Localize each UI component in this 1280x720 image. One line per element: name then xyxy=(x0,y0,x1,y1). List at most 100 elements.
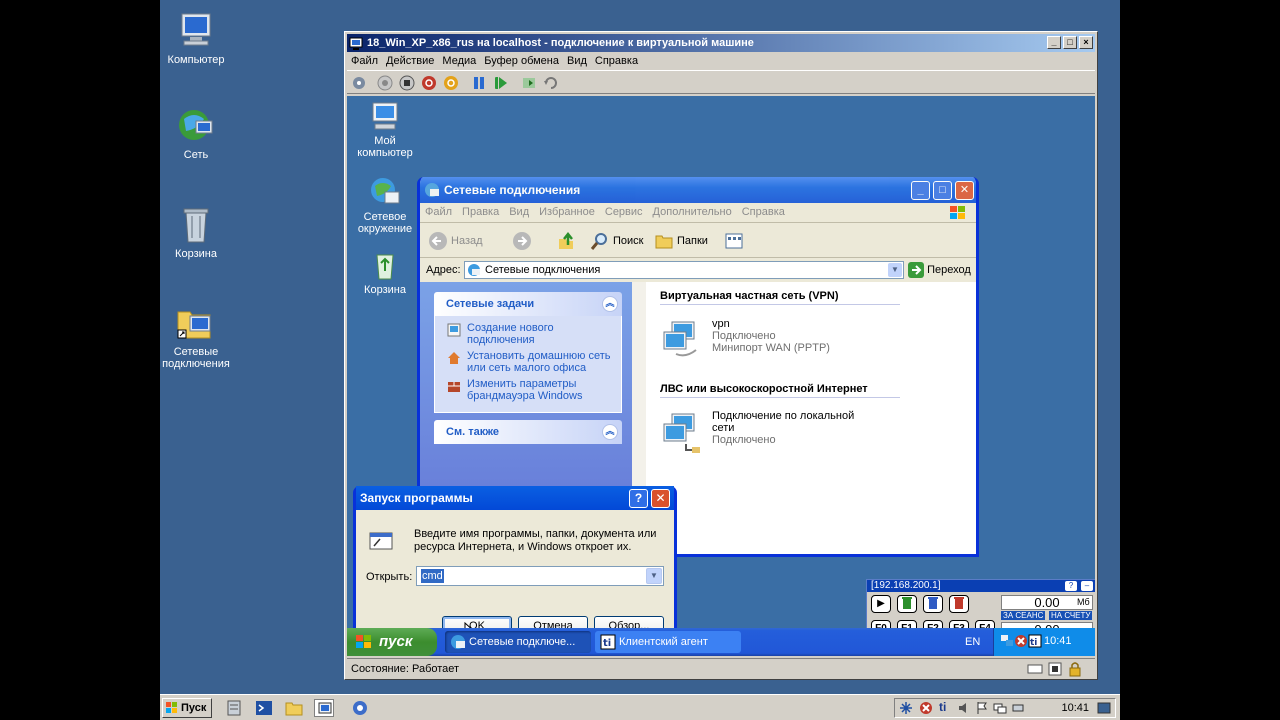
explorer-icon[interactable] xyxy=(284,699,304,717)
connection-lan[interactable]: Подключение по локальной сети Подключено xyxy=(662,410,922,460)
address-dropdown-button[interactable]: ▼ xyxy=(888,263,902,277)
collapse-chevron-icon[interactable]: ︽ xyxy=(602,296,618,312)
agent-trash-green-button[interactable] xyxy=(897,595,917,613)
network-tray-icon[interactable] xyxy=(993,701,1007,715)
menu-action[interactable]: Действие xyxy=(382,52,438,70)
task-firewall-settings[interactable]: Изменить параметры брандмауэра Windows xyxy=(447,378,613,402)
server-manager-icon[interactable] xyxy=(224,699,244,717)
flag-icon[interactable] xyxy=(975,701,989,715)
guest-icon-recycle-bin[interactable]: Корзина xyxy=(350,249,420,296)
powershell-icon[interactable] xyxy=(254,699,274,717)
see-also-header[interactable]: См. также ︽ xyxy=(434,420,622,444)
hyperv-manager-icon[interactable] xyxy=(350,699,370,717)
guest-start-button[interactable]: пуск xyxy=(347,628,437,656)
desktop-icon-recycle-bin[interactable]: Корзина xyxy=(160,204,236,260)
reset-icon[interactable] xyxy=(493,75,509,91)
menu-file[interactable]: Файл xyxy=(420,203,457,221)
revert-icon[interactable] xyxy=(543,75,559,91)
show-desktop-icon[interactable] xyxy=(1097,701,1111,715)
agent-tray-icon[interactable]: ti xyxy=(1028,634,1042,648)
minimize-button[interactable]: _ xyxy=(911,181,930,200)
run-icon xyxy=(369,532,393,550)
security-alert-icon[interactable] xyxy=(919,701,933,715)
ctrl-alt-del-icon[interactable] xyxy=(351,75,367,91)
network-tray-icon[interactable] xyxy=(1000,634,1014,648)
menu-media[interactable]: Медиа xyxy=(438,52,480,70)
task-create-connection[interactable]: Создание нового подключения xyxy=(447,322,613,346)
back-button[interactable]: Назад xyxy=(428,230,483,252)
collapse-chevron-icon[interactable]: ︽ xyxy=(602,424,618,440)
save-state-icon[interactable] xyxy=(443,75,459,91)
connection-status: Подключено xyxy=(712,434,776,446)
agent-play-button[interactable]: ▶ xyxy=(871,595,891,613)
guest-icon-network-places[interactable]: Сетевое окружение xyxy=(350,176,420,235)
close-button[interactable]: ✕ xyxy=(955,181,974,200)
maximize-button[interactable]: □ xyxy=(933,181,952,200)
address-input[interactable]: Сетевые подключения ▼ xyxy=(464,261,904,279)
agent-help-button[interactable]: ? xyxy=(1065,581,1077,591)
vm-connection-taskbar-icon[interactable] xyxy=(314,699,334,717)
menu-view[interactable]: Вид xyxy=(563,52,591,70)
go-button[interactable]: Переход xyxy=(908,262,971,279)
safely-remove-icon[interactable] xyxy=(1011,701,1025,715)
menu-help[interactable]: Справка xyxy=(591,52,642,70)
search-button[interactable]: Поиск xyxy=(590,230,643,252)
trash-icon xyxy=(954,597,964,609)
shutdown-icon[interactable] xyxy=(421,75,437,91)
vpn-connection-icon xyxy=(663,321,697,357)
open-input-value[interactable]: cmd xyxy=(421,569,444,583)
agent-minimize-button[interactable]: – xyxy=(1081,581,1093,591)
desktop-icon-network-connections[interactable]: Сетевые подключения xyxy=(160,302,236,370)
snapshot-icon[interactable] xyxy=(521,75,537,91)
menu-edit[interactable]: Правка xyxy=(457,203,504,221)
views-button[interactable] xyxy=(724,230,747,252)
vm-window-titlebar[interactable]: 18_Win_XP_x86_rus на localhost - подключ… xyxy=(347,34,1095,52)
guest-icon-label: Сетевое окружение xyxy=(357,211,413,235)
menu-file[interactable]: Файл xyxy=(347,52,382,70)
run-dialog-description: Введите имя программы, папки, документа … xyxy=(414,528,657,553)
run-dialog-titlebar[interactable]: Запуск программы ? ✕ xyxy=(356,486,674,510)
pause-icon[interactable] xyxy=(471,75,487,91)
maximize-button[interactable]: □ xyxy=(1063,36,1077,49)
menu-clipboard[interactable]: Буфер обмена xyxy=(480,52,563,70)
start-vm-icon[interactable] xyxy=(377,75,393,91)
up-button[interactable] xyxy=(556,230,579,252)
host-start-button[interactable]: Пуск xyxy=(162,698,212,718)
agent-trash-blue-button[interactable] xyxy=(923,595,943,613)
net-toolbar: Назад Поиск Папки xyxy=(420,224,976,258)
agent-titlebar[interactable]: [192.168.200.1] ? – xyxy=(867,580,1095,592)
language-indicator[interactable]: EN xyxy=(965,636,980,648)
network-tasks-header[interactable]: Сетевые задачи ︽ xyxy=(434,292,622,316)
menu-favorites[interactable]: Избранное xyxy=(534,203,600,221)
help-button[interactable]: ? xyxy=(629,489,648,508)
desktop-icon-computer[interactable]: Компьютер xyxy=(160,10,236,66)
minimize-button[interactable]: _ xyxy=(1047,36,1061,49)
task-label: Создание нового подключения xyxy=(467,322,554,346)
open-dropdown-button[interactable]: ▼ xyxy=(646,568,662,584)
menu-tools[interactable]: Сервис xyxy=(600,203,648,221)
close-button[interactable]: × xyxy=(1079,36,1093,49)
menu-help[interactable]: Справка xyxy=(737,203,790,221)
security-alert-icon[interactable] xyxy=(1014,634,1028,648)
guest-desktop: Мой компьютер Сетевое окружение Корзина xyxy=(347,96,1095,656)
close-button[interactable]: ✕ xyxy=(651,489,670,508)
menu-view[interactable]: Вид xyxy=(504,203,534,221)
snowflake-icon[interactable] xyxy=(899,701,913,715)
volume-icon[interactable] xyxy=(957,701,971,715)
turn-off-icon[interactable] xyxy=(399,75,415,91)
open-combobox[interactable]: cmd ▼ xyxy=(416,566,664,586)
forward-button[interactable] xyxy=(512,230,535,252)
taskbar-item-network-connections[interactable]: Сетевые подключе... xyxy=(445,631,591,653)
network-connections-icon xyxy=(468,264,480,276)
taskbar-item-client-agent[interactable]: ti Клиентский агент xyxy=(595,631,741,653)
folders-button[interactable]: Папки xyxy=(654,230,708,252)
guest-icon-my-computer[interactable]: Мой компьютер xyxy=(350,100,420,159)
menu-advanced[interactable]: Дополнительно xyxy=(648,203,737,221)
agent-trash-red-button[interactable] xyxy=(949,595,969,613)
desktop-icon-network[interactable]: Сеть xyxy=(160,105,236,161)
start-label: пуск xyxy=(379,633,413,650)
task-home-network[interactable]: Установить домашнюю сеть или сеть малого… xyxy=(447,350,613,374)
connection-vpn[interactable]: vpn Подключено Минипорт WAN (PPTP) xyxy=(662,318,922,368)
net-window-titlebar[interactable]: Сетевые подключения _ □ ✕ xyxy=(420,177,976,203)
agent-tray-icon[interactable]: ti xyxy=(939,700,946,714)
